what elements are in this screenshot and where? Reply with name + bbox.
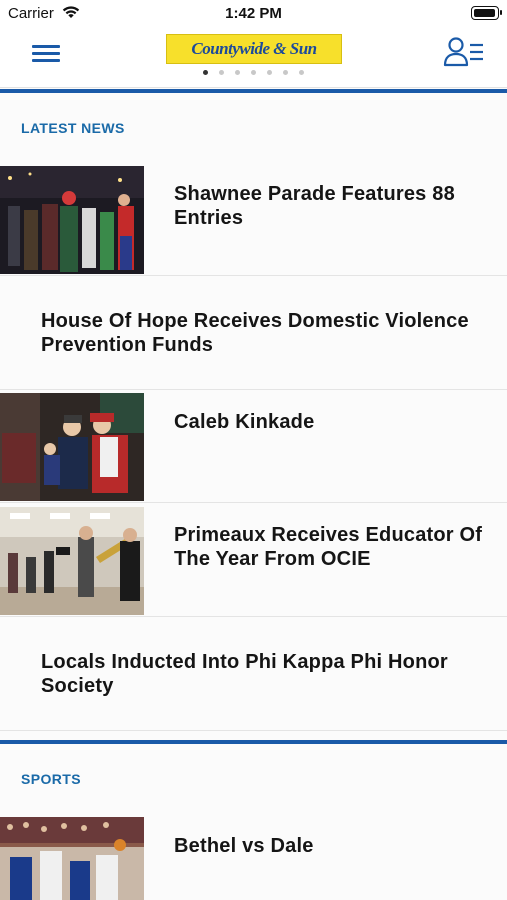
- page-dot[interactable]: [299, 70, 304, 75]
- article-title: Bethel vs Dale: [174, 835, 314, 857]
- battery-level: [474, 9, 495, 17]
- section-divider: [0, 89, 507, 93]
- article-thumbnail: [0, 507, 144, 615]
- section-divider: [0, 740, 507, 744]
- article-title: Shawnee Parade Features 88 Entries: [174, 183, 455, 229]
- page-dot[interactable]: [283, 70, 288, 75]
- article-row[interactable]: Caleb Kinkade: [0, 390, 507, 503]
- section-title-sports[interactable]: SPORTS: [21, 771, 81, 787]
- article-row[interactable]: Primeaux Receives Educator Of The Year F…: [0, 503, 507, 617]
- article-title: Primeaux Receives Educator Of The Year F…: [174, 524, 483, 570]
- article-thumbnail: [0, 817, 144, 900]
- page-dot[interactable]: [251, 70, 256, 75]
- page-dot[interactable]: [203, 70, 208, 75]
- status-bar: Carrier 1:42 PM: [0, 0, 507, 28]
- hamburger-menu-icon[interactable]: [30, 40, 64, 66]
- article-title: Locals Inducted Into Phi Kappa Phi Honor…: [41, 651, 448, 697]
- battery-icon: [471, 6, 502, 20]
- article-row[interactable]: House Of Hope Receives Domestic Violence…: [0, 276, 507, 390]
- page-dot[interactable]: [235, 70, 240, 75]
- article-row[interactable]: Bethel vs Dale: [0, 817, 507, 900]
- app-logo[interactable]: Countywide & Sun: [166, 34, 342, 64]
- page-indicator[interactable]: [0, 70, 507, 75]
- article-thumbnail: [0, 393, 144, 501]
- article-row[interactable]: Shawnee Parade Features 88 Entries: [0, 166, 507, 276]
- page-dot[interactable]: [267, 70, 272, 75]
- section-title-latest-news[interactable]: LATEST NEWS: [21, 120, 125, 136]
- article-title: Caleb Kinkade: [174, 411, 315, 433]
- article-thumbnail: [0, 166, 144, 274]
- page-dot[interactable]: [219, 70, 224, 75]
- user-list-icon[interactable]: [443, 36, 485, 68]
- logo-text: Countywide & Sun: [191, 39, 317, 58]
- clock: 1:42 PM: [225, 5, 282, 22]
- article-row[interactable]: Locals Inducted Into Phi Kappa Phi Honor…: [0, 617, 507, 731]
- article-title: House Of Hope Receives Domestic Violence…: [41, 310, 469, 356]
- nav-bar: Countywide & Sun: [0, 28, 507, 88]
